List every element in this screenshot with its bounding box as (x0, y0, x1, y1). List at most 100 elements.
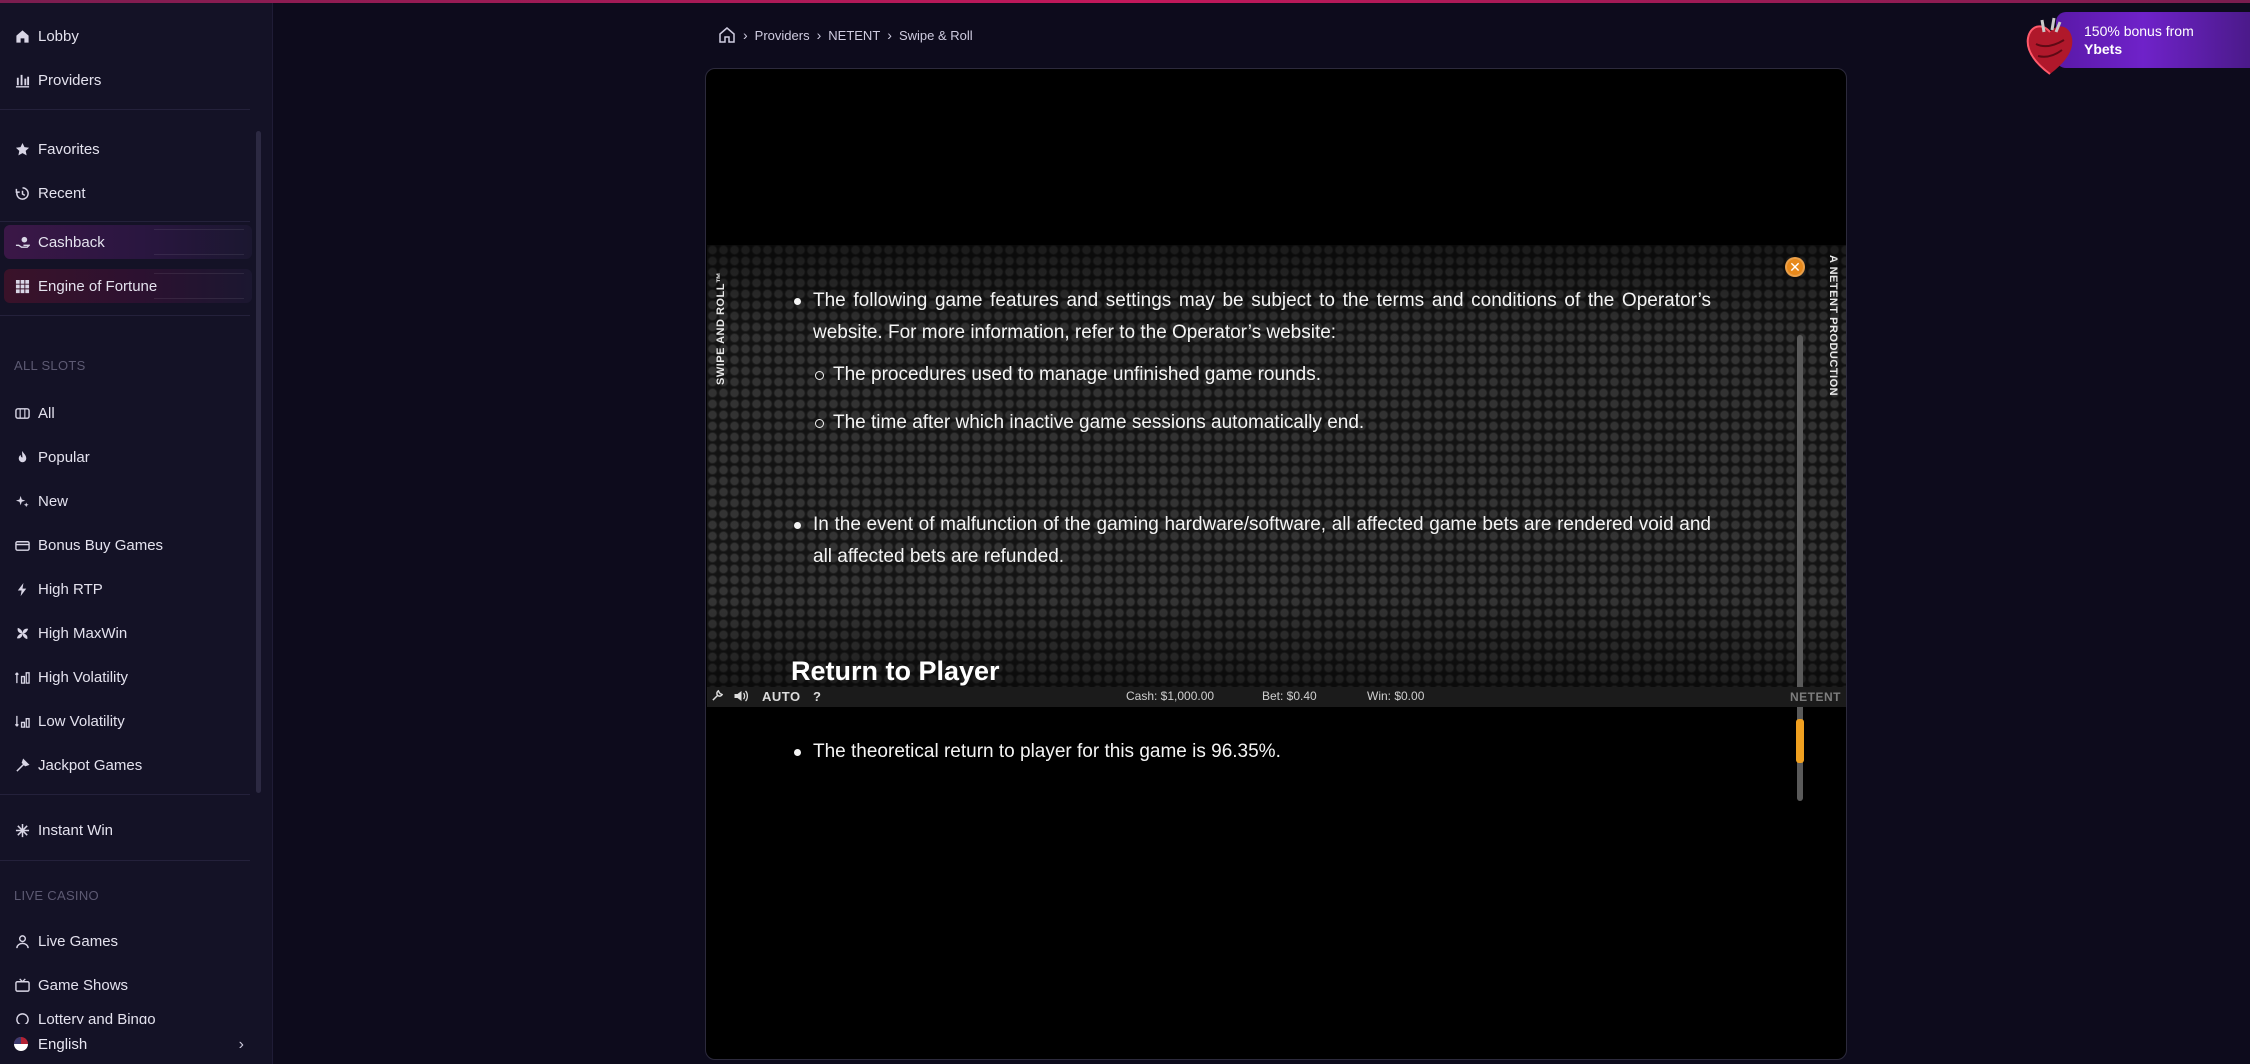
sidebar-item-jackpot-games[interactable]: Jackpot Games (0, 748, 250, 782)
game-shows-icon (14, 977, 30, 993)
sparkle-icon (14, 493, 30, 509)
sidebar-item-live-games[interactable]: Live Games (0, 924, 250, 958)
game-status-bar: AUTO ? Cash: $1,000.00 Bet: $0.40 Win: $… (707, 687, 1846, 707)
slots-icon (14, 405, 30, 421)
rules-bullet: The theoretical return to player for thi… (791, 736, 1711, 768)
rules-sub-bullet: The time after which inactive game sessi… (813, 407, 1364, 439)
game-title-vertical: SWIPE AND ROLL™ (715, 255, 729, 385)
grid-icon (14, 278, 30, 294)
sidebar-item-label: New (38, 492, 69, 510)
sidebar-item-label: Providers (38, 71, 102, 89)
bonus-buy-icon (14, 537, 30, 553)
sidebar-item-label: Game Shows (38, 976, 129, 994)
star-icon (14, 141, 30, 157)
rules-sub-bullet: The procedures used to manage unfinished… (813, 359, 1321, 391)
lottery-icon (14, 1011, 30, 1025)
sidebar-item-label: High MaxWin (38, 624, 128, 642)
sidebar-item-label: Bonus Buy Games (38, 536, 164, 554)
rules-bullet: In the event of malfunction of the gamin… (791, 509, 1711, 573)
sidebar-item-instant-win[interactable]: Instant Win (0, 813, 250, 847)
game-title-text: SWIPE AND ROLL™ (715, 271, 727, 385)
sidebar-divider (0, 315, 250, 316)
close-icon: ✕ (1789, 258, 1801, 275)
autoplay-button[interactable]: AUTO (762, 689, 801, 704)
sidebar-item-lottery-and-bingo[interactable]: Lottery and Bingo (0, 1011, 250, 1025)
rules-scrollbar[interactable] (1796, 335, 1804, 801)
close-rules-button[interactable]: ✕ (1785, 257, 1805, 277)
sidebar-item-high-rtp[interactable]: High RTP (0, 572, 250, 606)
sidebar-divider (0, 109, 250, 110)
volatility-low-icon (14, 713, 30, 729)
cash-display: Cash: $1,000.00 (1126, 689, 1215, 703)
sidebar-item-label: Engine of Fortune (38, 277, 158, 295)
sound-button[interactable] (733, 689, 750, 703)
maxwin-icon (14, 625, 30, 641)
top-accent-line (0, 0, 2250, 3)
help-button[interactable]: ? (813, 689, 821, 704)
game-rules-screen[interactable]: SWIPE AND ROLL™ A NETENT PRODUCTION ✕ Th… (707, 245, 1846, 801)
producer-vertical: A NETENT PRODUCTION (1825, 255, 1839, 415)
breadcrumb-current-game: Swipe & Roll (898, 27, 973, 43)
speaker-icon (734, 690, 749, 702)
heart-logo-icon (2026, 17, 2073, 75)
language-selector[interactable]: English › (0, 1024, 272, 1064)
sidebar-item-all[interactable]: All (0, 396, 250, 430)
sidebar-item-label: Low Volatility (38, 712, 125, 730)
sidebar-item-label: Live Games (38, 932, 119, 950)
settings-button[interactable] (711, 689, 724, 702)
rules-bullet: The following game features and settings… (791, 285, 1711, 349)
volatility-high-icon (14, 669, 30, 685)
bonus-banner-line1: 150% bonus from (2084, 23, 2194, 39)
sidebar-scrollbar[interactable] (256, 131, 261, 793)
sidebar-item-bonus-buy-games[interactable]: Bonus Buy Games (0, 528, 250, 562)
sidebar-divider (0, 860, 250, 861)
sidebar-divider (0, 221, 250, 222)
sidebar-item-high-maxwin[interactable]: High MaxWin (0, 616, 250, 650)
rules-scrollbar-thumb[interactable] (1796, 719, 1804, 763)
sidebar-item-game-shows[interactable]: Game Shows (0, 968, 250, 1002)
breadcrumb: › Providers › NETENT › Swipe & Roll (718, 24, 973, 46)
chevron-right-icon: › (887, 27, 892, 43)
rules-heading-rtp: Return to Player (791, 656, 1000, 686)
sidebar: Lobby Providers Favorites Recent Cashbac… (0, 3, 273, 1064)
instant-win-icon (14, 822, 30, 838)
sidebar-item-popular[interactable]: Popular (0, 440, 250, 474)
chevron-right-icon: › (238, 1036, 244, 1053)
jackpot-icon (14, 757, 30, 773)
language-label: English (38, 1035, 88, 1053)
breadcrumb-netent[interactable]: NETENT (828, 28, 880, 43)
producer-text: A NETENT PRODUCTION (1827, 255, 1839, 397)
sidebar-item-label: Instant Win (38, 821, 114, 839)
wrench-icon (712, 689, 724, 701)
sidebar-item-label: High RTP (38, 580, 103, 598)
bet-display: Bet: $0.40 (1262, 689, 1317, 703)
home-icon (14, 28, 30, 44)
bolt-icon (14, 581, 30, 597)
sidebar-item-label: Lottery and Bingo (38, 1011, 156, 1025)
sidebar-item-high-volatility[interactable]: High Volatility (0, 660, 250, 694)
sidebar-item-recent[interactable]: Recent (0, 176, 250, 210)
bonus-banner-line2: Ybets (2084, 41, 2123, 57)
sidebar-item-favorites[interactable]: Favorites (0, 132, 250, 166)
sidebar-item-cashback[interactable]: Cashback (0, 225, 250, 259)
sidebar-item-new[interactable]: New (0, 484, 250, 518)
providers-icon (14, 72, 30, 88)
sidebar-item-lobby[interactable]: Lobby (0, 19, 250, 53)
chevron-right-icon: › (816, 27, 822, 43)
chevron-right-icon: › (743, 27, 748, 43)
bonus-banner[interactable]: 150% bonus from Ybets (2056, 12, 2250, 68)
sidebar-item-engine-of-fortune[interactable]: Engine of Fortune (0, 269, 250, 303)
sidebar-item-label: Jackpot Games (38, 756, 143, 774)
sidebar-item-label: Popular (38, 448, 90, 466)
sidebar-item-label: High Volatility (38, 668, 129, 686)
cashback-icon (14, 234, 30, 250)
game-frame[interactable]: SWIPE AND ROLL™ A NETENT PRODUCTION ✕ Th… (705, 68, 1847, 1060)
netent-logo: NETENT (1790, 690, 1841, 704)
sidebar-item-label: Favorites (38, 140, 100, 158)
sidebar-item-providers[interactable]: Providers (0, 63, 250, 97)
sidebar-item-low-volatility[interactable]: Low Volatility (0, 704, 250, 738)
home-icon[interactable] (718, 26, 736, 44)
breadcrumb-providers[interactable]: Providers (755, 28, 810, 43)
sidebar-item-label: Lobby (38, 27, 79, 45)
bonus-banner-text: 150% bonus from Ybets (2084, 22, 2194, 58)
